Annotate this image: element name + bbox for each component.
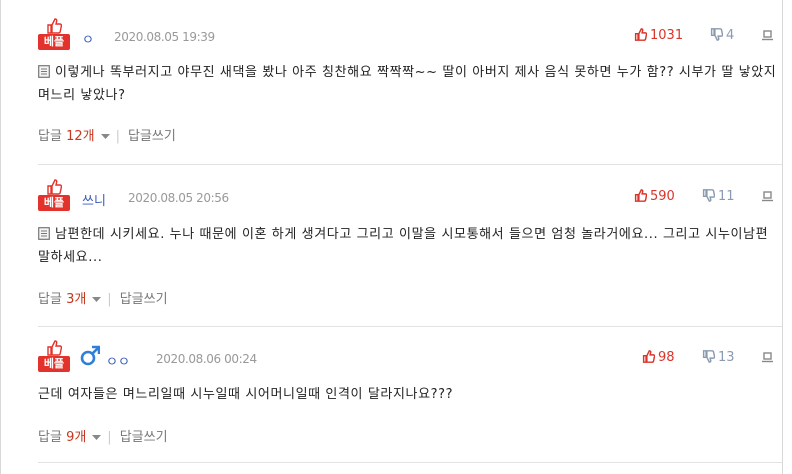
best-badge-label: 베플 xyxy=(38,195,70,211)
dislike-button[interactable]: 11 xyxy=(702,189,735,204)
timestamp: 2020.08.05 20:56 xyxy=(128,191,229,205)
reply-label: 답글 xyxy=(38,292,62,307)
divider-bar: | xyxy=(107,292,112,307)
best-badge: 베플 xyxy=(38,18,70,52)
frame-border-left xyxy=(0,0,1,474)
caret-down-icon xyxy=(100,134,110,139)
like-count: 1031 xyxy=(650,28,684,43)
thumbs-up-icon xyxy=(47,18,62,34)
write-reply-link[interactable]: 답글쓰기 xyxy=(128,129,176,144)
reply-count: 9개 xyxy=(66,430,87,445)
frame-border-right xyxy=(782,0,783,474)
comment-text: 근데 여자들은 며느리일때 시누일때 시어머니일때 인격이 달라지나요??? xyxy=(38,387,454,402)
dislike-count: 11 xyxy=(718,189,735,204)
like-count: 98 xyxy=(658,350,675,365)
nickname[interactable]: ㅇ xyxy=(82,29,94,48)
like-icon xyxy=(642,350,656,363)
caret-down-icon xyxy=(92,435,102,440)
document-icon xyxy=(38,227,50,240)
divider-bar: | xyxy=(107,430,112,445)
dislike-icon xyxy=(702,189,716,202)
like-button[interactable]: 1031 xyxy=(634,28,683,43)
reply-label: 답글 xyxy=(38,430,62,445)
reply-toggle[interactable]: 답글 3개 xyxy=(38,292,102,307)
dislike-button[interactable]: 13 xyxy=(702,350,735,365)
comment-body: 남편한데 시키세요. 누나 때문에 이혼 하게 생겨다고 그리고 이말을 시모통… xyxy=(38,223,778,269)
document-icon xyxy=(38,65,50,78)
thumbs-up-icon xyxy=(47,179,62,195)
best-badge-label: 베플 xyxy=(38,356,70,372)
like-icon xyxy=(634,189,648,202)
comment-text: 이렇게나 똑부러지고 야무진 새댁을 봤나 아주 칭찬해요 짝짝짝~~ 딸이 아… xyxy=(38,65,777,103)
like-count: 590 xyxy=(650,189,675,204)
comment-actions: 답글 9개 | 답글쓰기 xyxy=(38,426,168,445)
comment-actions: 답글 12개 | 답글쓰기 xyxy=(38,125,176,144)
comment-body: 이렇게나 똑부러지고 야무진 새댁을 봤나 아주 칭찬해요 짝짝짝~~ 딸이 아… xyxy=(38,61,778,107)
timestamp: 2020.08.05 19:39 xyxy=(114,30,215,44)
best-badge-label: 베플 xyxy=(38,34,70,50)
reply-toggle[interactable]: 답글 12개 xyxy=(38,129,110,144)
comment-divider xyxy=(38,462,782,463)
like-button[interactable]: 98 xyxy=(642,350,675,365)
comment-divider xyxy=(38,326,782,327)
comment-text: 남편한데 시키세요. 누나 때문에 이혼 하게 생겨다고 그리고 이말을 시모통… xyxy=(38,227,769,265)
best-badge: 베플 xyxy=(38,340,70,374)
write-reply-link[interactable]: 답글쓰기 xyxy=(120,292,168,307)
reply-label: 답글 xyxy=(38,129,62,144)
dislike-count: 4 xyxy=(726,28,735,43)
best-badge: 베플 xyxy=(38,179,70,213)
reply-toggle[interactable]: 답글 9개 xyxy=(38,430,102,445)
comment-body: 근데 여자들은 며느리일때 시누일때 시어머니일때 인격이 달라지나요??? xyxy=(38,383,778,406)
write-reply-link[interactable]: 답글쓰기 xyxy=(120,430,168,445)
like-button[interactable]: 590 xyxy=(634,189,675,204)
dislike-icon xyxy=(702,350,716,363)
caret-down-icon xyxy=(92,297,102,302)
report-icon[interactable] xyxy=(762,351,774,363)
thumbs-up-icon xyxy=(47,340,62,356)
reply-count: 12개 xyxy=(66,129,95,144)
comment-actions: 답글 3개 | 답글쓰기 xyxy=(38,288,168,307)
report-icon[interactable] xyxy=(762,190,774,202)
timestamp: 2020.08.06 00:24 xyxy=(156,352,257,366)
reply-count: 3개 xyxy=(66,292,87,307)
dislike-icon xyxy=(710,28,724,41)
dislike-count: 13 xyxy=(718,350,735,365)
nickname[interactable]: ㅇㅇ xyxy=(106,351,130,370)
divider-bar: | xyxy=(115,129,120,144)
report-icon[interactable] xyxy=(762,29,774,41)
comment-divider xyxy=(38,164,782,165)
like-icon xyxy=(634,28,648,41)
dislike-button[interactable]: 4 xyxy=(710,28,734,43)
male-gender-icon xyxy=(80,345,100,366)
nickname[interactable]: 쓰니 xyxy=(82,190,106,209)
